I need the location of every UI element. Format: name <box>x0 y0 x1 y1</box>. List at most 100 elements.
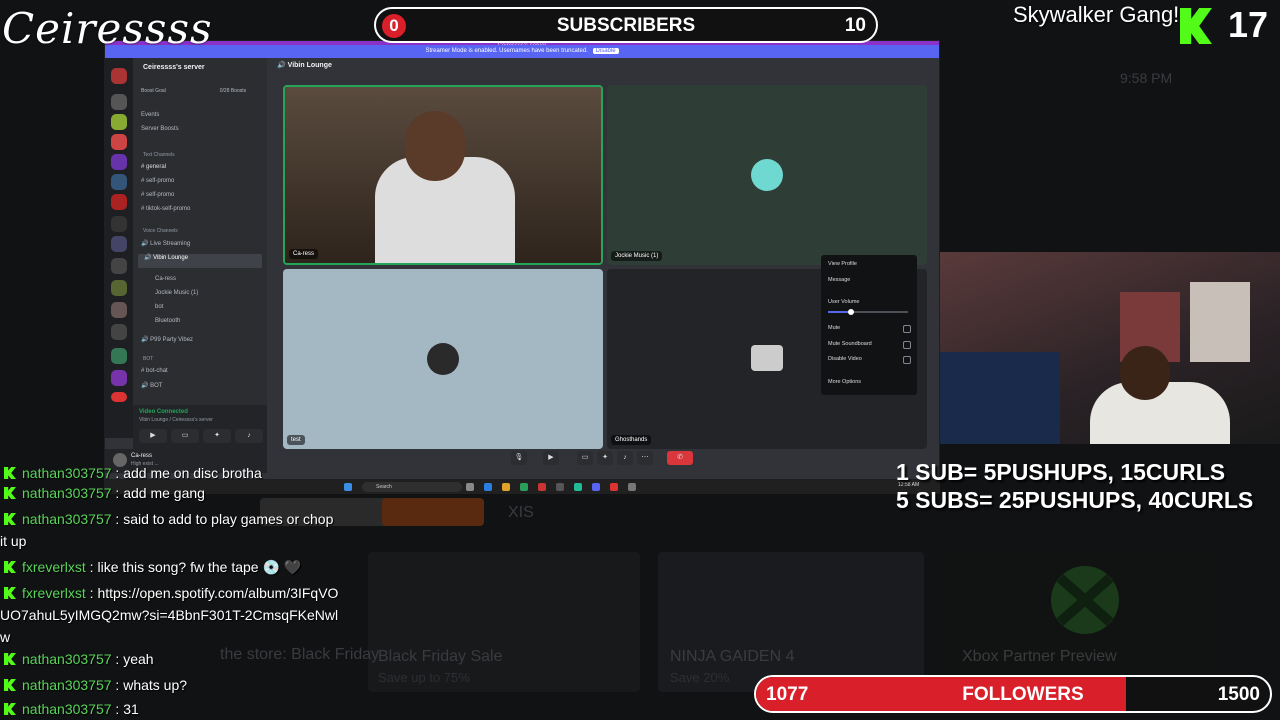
kick-badge-icon <box>4 679 16 691</box>
video-tile-jockie[interactable]: Jockie Music (1) <box>607 85 927 265</box>
pushups-rules: 1 SUB= 5PUSHUPS, 15CURLS 5 SUBS= 25PUSHU… <box>896 458 1253 514</box>
server-icon[interactable] <box>111 194 127 210</box>
new-badge[interactable] <box>111 392 127 402</box>
chat-username[interactable]: nathan303757 <box>22 651 112 667</box>
bg-xbox-partner: Xbox Partner Preview <box>962 648 1117 665</box>
activities-icon[interactable]: ✦ <box>597 451 613 465</box>
server-icon[interactable] <box>111 348 127 364</box>
video-tile-caress[interactable]: Ca-ress <box>283 85 603 265</box>
app-icon[interactable] <box>538 483 546 491</box>
voice-p99-party[interactable]: 🔊 P99 Party Vibez <box>141 336 193 343</box>
server-icon[interactable] <box>111 236 127 252</box>
chat-username[interactable]: nathan303757 <box>22 511 112 527</box>
voice-member[interactable]: bot <box>155 304 163 310</box>
server-icon[interactable] <box>111 302 127 318</box>
voice-member[interactable]: Jockie Music (1) <box>155 290 198 296</box>
voice-channel-label: Live Streaming <box>150 241 191 247</box>
mute-soundboard-item[interactable]: Mute Soundboard <box>828 341 872 347</box>
voice-channels-category[interactable]: Voice Channels <box>143 228 178 234</box>
mute-item[interactable]: Mute <box>828 325 840 331</box>
disable-video-item[interactable]: Disable Video <box>828 356 862 362</box>
mute-checkbox[interactable] <box>903 325 911 333</box>
chat-text: add me on disc brotha <box>123 465 262 481</box>
chat-username[interactable]: nathan303757 <box>22 485 112 501</box>
user-name: Ca-ress <box>131 453 153 459</box>
user-context-menu: View Profile Message User Volume Mute Mu… <box>821 255 917 395</box>
server-icon[interactable] <box>111 68 127 84</box>
app-icon[interactable] <box>628 483 636 491</box>
server-boosts-item[interactable]: Server Boosts <box>141 126 179 132</box>
boost-goal[interactable]: Boost Goal 0/28 Boosts <box>141 88 246 94</box>
app-icon[interactable] <box>574 483 582 491</box>
channel-self-promo-1[interactable]: # self-promo <box>141 178 174 184</box>
channel-self-promo-2[interactable]: # self-promo <box>141 192 174 198</box>
voice-vibin-lounge[interactable]: 🔊 Vibin Lounge <box>138 254 262 268</box>
disable-video-checkbox[interactable] <box>903 356 911 364</box>
bot-category[interactable]: BOT <box>143 356 153 362</box>
server-icon[interactable] <box>111 134 127 150</box>
pushups-rule: 1 SUB= 5PUSHUPS, 15CURLS <box>896 459 1226 485</box>
explorer-icon[interactable] <box>502 483 510 491</box>
soundboard-icon[interactable]: ♪ <box>617 451 633 465</box>
mute-soundboard-checkbox[interactable] <box>903 341 911 349</box>
more-options-item[interactable]: More Options <box>828 379 861 385</box>
bg-tile-xis: XIS <box>508 504 534 521</box>
activities-button[interactable]: ✦ <box>203 429 231 443</box>
volume-slider[interactable] <box>828 309 908 315</box>
volume-slider-handle[interactable] <box>848 309 854 315</box>
chat-username[interactable]: fxreverlxst <box>22 585 86 601</box>
soundboard-button[interactable]: ♪ <box>235 429 263 443</box>
chat-message: nathan303757 : said to add to play games… <box>0 511 334 549</box>
taskview-icon[interactable] <box>466 483 474 491</box>
mic-button[interactable]: 🎙 <box>511 451 527 465</box>
chat-message: nathan303757 : whats up? <box>0 674 340 696</box>
server-name[interactable]: Ceiressss's server <box>143 64 205 71</box>
voice-live-streaming[interactable]: 🔊 Live Streaming <box>141 240 190 247</box>
followers-label: FOLLOWERS <box>962 684 1084 705</box>
kick-badge-icon <box>4 587 16 599</box>
start-icon[interactable] <box>344 483 352 491</box>
channel-bot-chat[interactable]: # bot-chat <box>141 368 168 374</box>
voice-bot[interactable]: 🔊 BOT <box>141 382 162 389</box>
server-icon[interactable] <box>111 174 127 190</box>
server-icon[interactable] <box>111 216 127 232</box>
taskbar-search[interactable]: Search <box>362 482 462 492</box>
camera-toggle-button[interactable]: ▶ <box>543 451 559 465</box>
app-icon[interactable] <box>610 483 618 491</box>
voice-member[interactable]: Ca-ress <box>155 276 176 282</box>
server-icon[interactable] <box>111 154 127 170</box>
message-item[interactable]: Message <box>828 277 850 283</box>
app-icon[interactable] <box>520 483 528 491</box>
server-icon[interactable] <box>111 370 127 386</box>
text-channels-category[interactable]: Text Channels <box>143 152 175 158</box>
voice-member[interactable]: Bluetooth <box>155 318 180 324</box>
channel-general-label: general <box>146 164 167 170</box>
chat-username[interactable]: nathan303757 <box>22 465 112 481</box>
app-icon[interactable] <box>556 483 564 491</box>
screen-share-button[interactable]: ▭ <box>171 429 199 443</box>
server-icon[interactable] <box>111 280 127 296</box>
view-profile-item[interactable]: View Profile <box>828 261 857 267</box>
server-icon[interactable] <box>111 324 127 340</box>
server-icon[interactable] <box>111 258 127 274</box>
disconnect-button[interactable]: ✆ <box>667 451 693 465</box>
chat-username[interactable]: nathan303757 <box>22 677 112 693</box>
channel-tiktok-self-promo[interactable]: # tiktok-self-promo <box>141 206 190 212</box>
server-icon[interactable] <box>111 94 127 110</box>
voice-connected-panel: Video Connected Vibin Lounge / Ceiressss… <box>133 405 267 449</box>
more-icon[interactable]: ⋯ <box>637 451 653 465</box>
video-tile-test[interactable]: test <box>283 269 603 449</box>
voice-sub: Vibin Lounge / Ceiressss's server <box>139 417 213 423</box>
discord-icon[interactable] <box>592 483 600 491</box>
chat-username[interactable]: nathan303757 <box>22 701 112 717</box>
chat-username[interactable]: fxreverlxst <box>22 559 86 575</box>
disable-streamer-button[interactable]: Disable <box>592 48 619 54</box>
user-avatar <box>751 345 783 371</box>
share-screen-button[interactable]: ▭ <box>577 451 593 465</box>
tile-label: Ghosthands <box>611 435 652 445</box>
edge-icon[interactable] <box>484 483 492 491</box>
events-item[interactable]: Events <box>141 112 159 118</box>
camera-button[interactable]: ▶ <box>139 429 167 443</box>
channel-general[interactable]: # general <box>141 164 166 170</box>
server-icon[interactable] <box>111 114 127 130</box>
